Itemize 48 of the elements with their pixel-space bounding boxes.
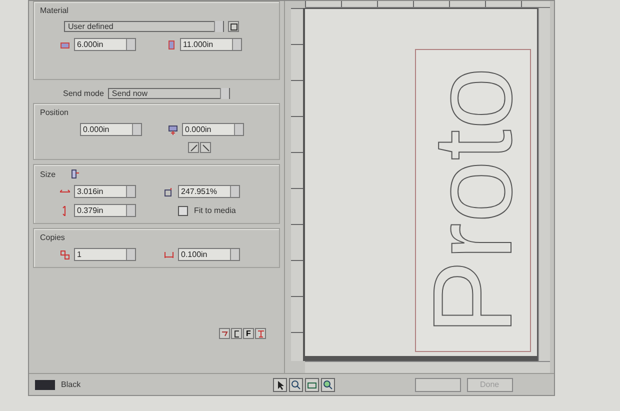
copies-field[interactable]: 1 <box>74 248 136 261</box>
send-mode-label: Send mode <box>63 89 104 98</box>
material-height-field[interactable]: 11.000in <box>180 38 242 51</box>
zoom-button[interactable] <box>320 378 335 392</box>
text-button[interactable]: F <box>243 328 254 339</box>
zoom-icon <box>290 380 301 390</box>
position-y-field[interactable]: 0.000in <box>182 123 244 136</box>
position-icon <box>168 124 178 134</box>
material-width-field[interactable]: 6.000in <box>74 38 136 51</box>
height-icon <box>166 40 176 50</box>
bracket-icon <box>232 328 242 338</box>
vertical-scrollbar[interactable] <box>538 8 550 361</box>
align-button[interactable] <box>188 142 199 153</box>
horizontal-scrollbar[interactable] <box>305 361 550 373</box>
checkbox-label: Fit to media <box>194 206 236 215</box>
group-label: Copies <box>40 233 66 242</box>
scale-icon <box>164 186 174 196</box>
size-height-field[interactable]: 0.379in <box>74 204 136 217</box>
spacing-field[interactable]: 0.100in <box>178 248 240 261</box>
align-button[interactable] <box>200 142 211 153</box>
send-mode-dropdown[interactable]: Send now <box>108 88 230 99</box>
tool-button[interactable] <box>231 328 242 339</box>
width-icon <box>60 40 70 50</box>
pointer-button[interactable] <box>272 378 287 392</box>
zoom-button[interactable] <box>288 378 303 392</box>
fit-button[interactable] <box>304 378 319 392</box>
group-label: Size <box>40 170 56 178</box>
scale-field[interactable]: 247.951% <box>178 185 240 198</box>
tool-button[interactable] <box>219 328 230 339</box>
text-cursor-icon <box>256 328 266 338</box>
zoom-icon <box>322 380 333 390</box>
copies-icon <box>60 250 70 260</box>
material-dropdown[interactable]: User defined <box>64 21 224 32</box>
hook-icon <box>220 328 230 338</box>
diagonal-line-icon <box>188 142 198 152</box>
position-x-field[interactable]: 0.000in <box>80 123 142 136</box>
rectangle-icon <box>306 380 317 390</box>
square-icon <box>228 22 238 32</box>
lock-ratio-icon <box>70 169 80 179</box>
checkbox[interactable] <box>178 206 188 216</box>
group-label: Position <box>40 108 70 117</box>
canvas-text[interactable]: Proto <box>417 66 529 334</box>
group-label: Material <box>40 6 70 15</box>
diagonal-line-icon <box>200 142 210 152</box>
spacing-icon <box>164 250 174 260</box>
material-settings-button[interactable] <box>228 21 239 32</box>
color-label: Black <box>61 380 81 389</box>
size-width-field[interactable]: 3.016in <box>74 185 136 198</box>
